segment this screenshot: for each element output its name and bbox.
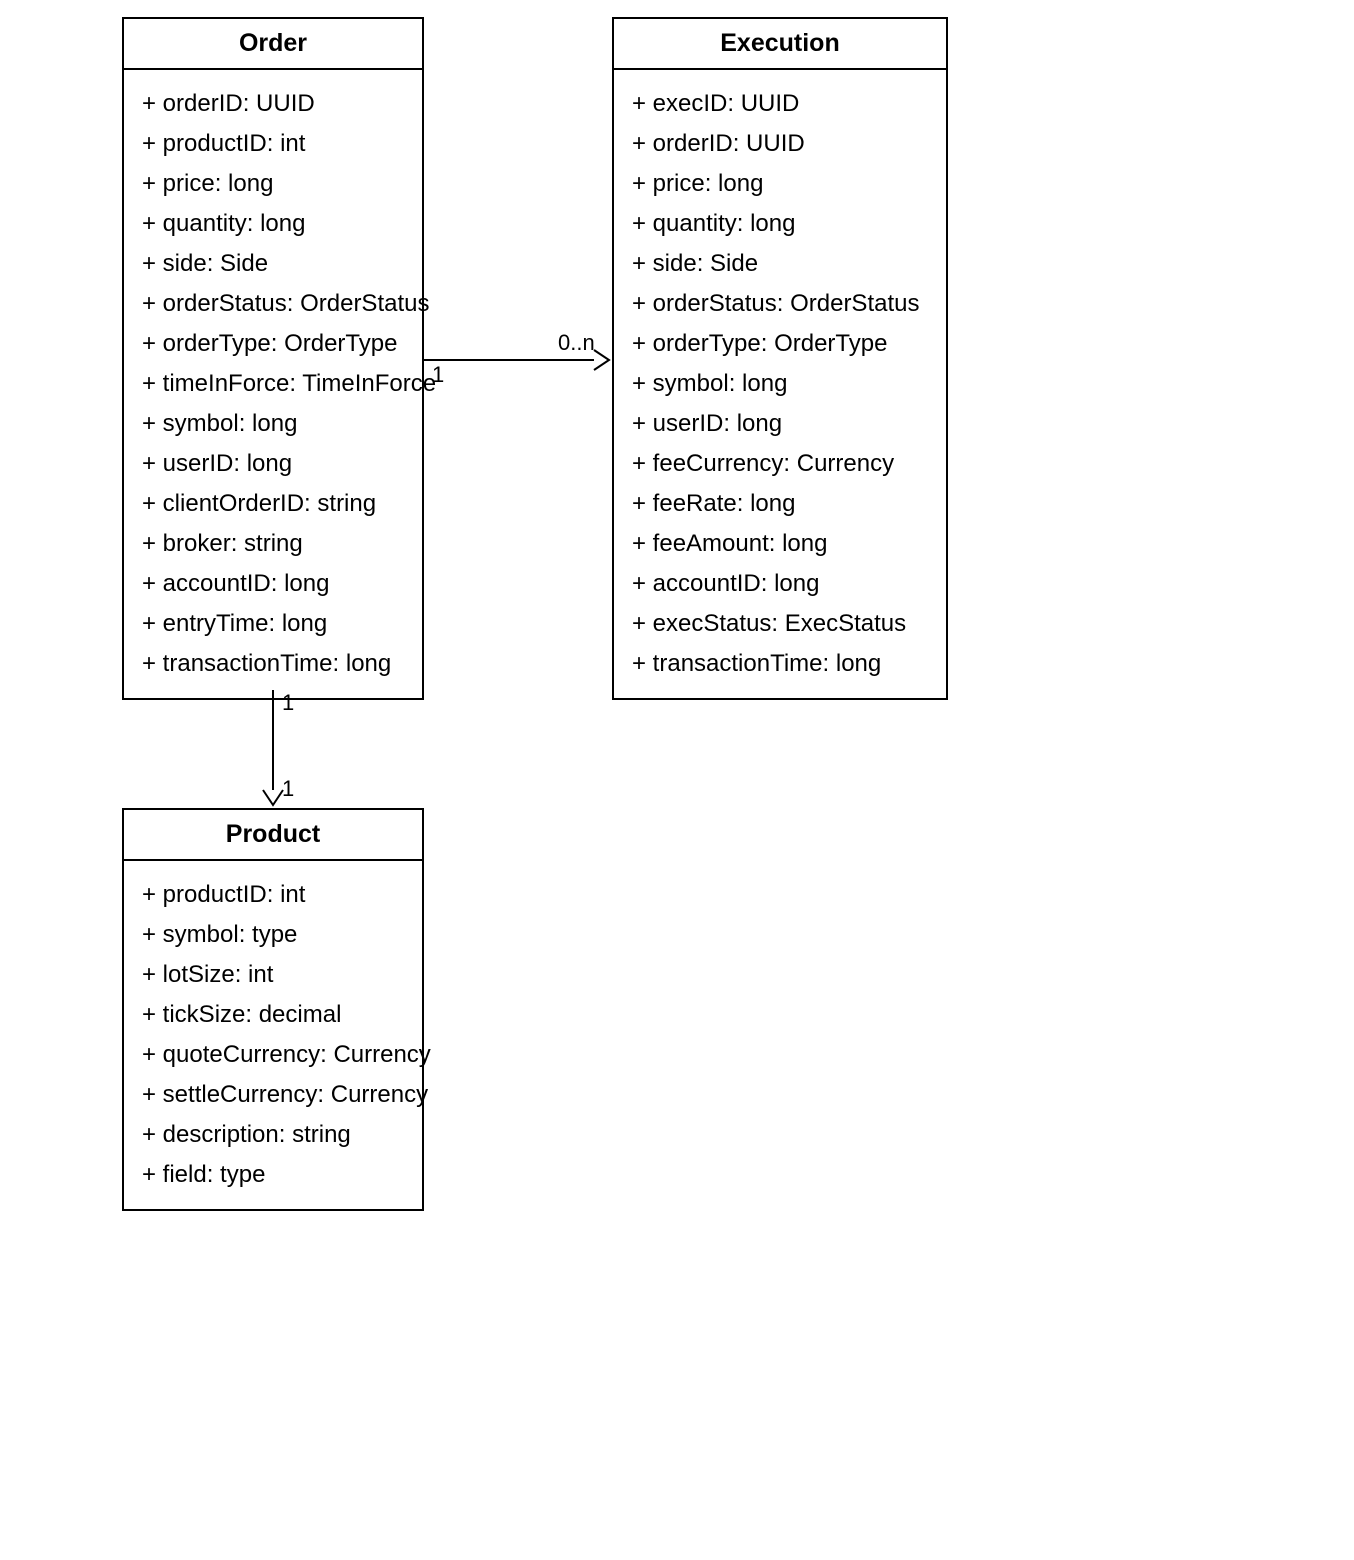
class-attr: + symbol: type	[142, 915, 404, 955]
class-attr: + orderType: OrderType	[142, 324, 404, 364]
class-attr: + feeAmount: long	[632, 524, 928, 564]
class-attr: + timeInForce: TimeInForce	[142, 364, 404, 404]
class-attr: + side: Side	[632, 244, 928, 284]
multiplicity-order-bottom: 1	[282, 690, 294, 716]
class-attr: + userID: long	[632, 404, 928, 444]
class-attr: + feeRate: long	[632, 484, 928, 524]
class-attr: + quantity: long	[142, 204, 404, 244]
class-attr: + execStatus: ExecStatus	[632, 604, 928, 644]
class-attr: + clientOrderID: string	[142, 484, 404, 524]
class-attr: + price: long	[632, 164, 928, 204]
uml-class-execution: Execution + execID: UUID + orderID: UUID…	[612, 17, 948, 700]
class-body-order: + orderID: UUID + productID: int + price…	[124, 70, 422, 698]
class-attr: + execID: UUID	[632, 84, 928, 124]
class-attr: + productID: int	[142, 124, 404, 164]
class-body-product: + productID: int + symbol: type + lotSiz…	[124, 861, 422, 1209]
multiplicity-order-side: 1	[432, 362, 444, 388]
class-attr: + orderID: UUID	[632, 124, 928, 164]
class-attr: + productID: int	[142, 875, 404, 915]
class-attr: + accountID: long	[142, 564, 404, 604]
class-title-product: Product	[124, 810, 422, 861]
class-attr: + accountID: long	[632, 564, 928, 604]
class-attr: + lotSize: int	[142, 955, 404, 995]
class-attr: + orderStatus: OrderStatus	[142, 284, 404, 324]
uml-class-order: Order + orderID: UUID + productID: int +…	[122, 17, 424, 700]
class-attr: + quoteCurrency: Currency	[142, 1035, 404, 1075]
class-attr: + price: long	[142, 164, 404, 204]
class-attr: + userID: long	[142, 444, 404, 484]
class-attr: + symbol: long	[632, 364, 928, 404]
multiplicity-execution-side: 0..n	[558, 330, 595, 356]
multiplicity-product-top: 1	[282, 776, 294, 802]
class-body-execution: + execID: UUID + orderID: UUID + price: …	[614, 70, 946, 698]
class-attr: + transactionTime: long	[142, 644, 404, 684]
class-attr: + quantity: long	[632, 204, 928, 244]
class-attr: + orderType: OrderType	[632, 324, 928, 364]
class-attr: + tickSize: decimal	[142, 995, 404, 1035]
class-title-execution: Execution	[614, 19, 946, 70]
class-attr: + transactionTime: long	[632, 644, 928, 684]
class-attr: + field: type	[142, 1155, 404, 1195]
class-attr: + orderStatus: OrderStatus	[632, 284, 928, 324]
class-attr: + entryTime: long	[142, 604, 404, 644]
class-attr: + settleCurrency: Currency	[142, 1075, 404, 1115]
class-attr: + broker: string	[142, 524, 404, 564]
class-attr: + symbol: long	[142, 404, 404, 444]
class-attr: + side: Side	[142, 244, 404, 284]
class-attr: + feeCurrency: Currency	[632, 444, 928, 484]
class-attr: + orderID: UUID	[142, 84, 404, 124]
class-attr: + description: string	[142, 1115, 404, 1155]
uml-class-product: Product + productID: int + symbol: type …	[122, 808, 424, 1211]
class-title-order: Order	[124, 19, 422, 70]
